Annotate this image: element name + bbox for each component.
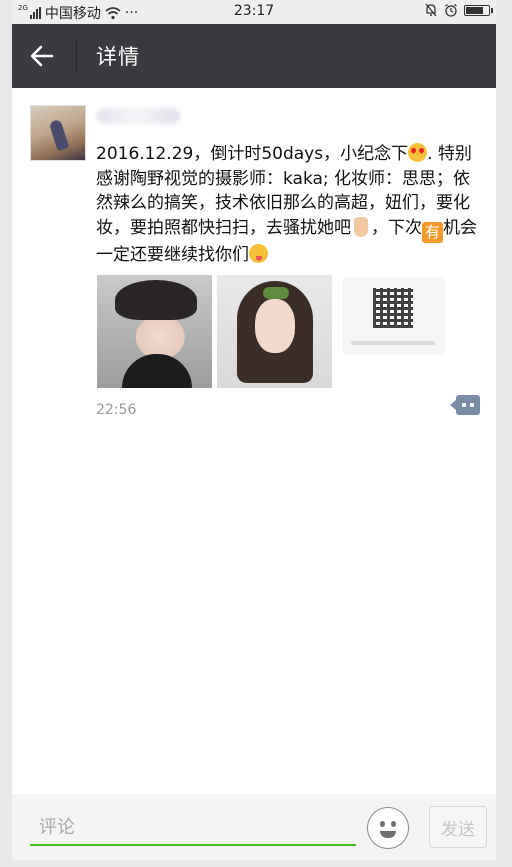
- comment-more-icon[interactable]: [450, 395, 480, 415]
- status-bar: 2G 中国移动 ··· 23:17: [12, 0, 496, 24]
- heart-eyes-emoji-icon: [408, 143, 428, 162]
- send-button[interactable]: 发送: [429, 806, 487, 848]
- you-emoji-icon: 有: [422, 221, 443, 243]
- arrow-left-icon: [30, 45, 54, 67]
- post-time: 22:56: [96, 402, 137, 418]
- pointing-down-emoji-icon: [354, 216, 368, 237]
- comment-bar: 发送: [12, 794, 496, 860]
- status-right: [424, 3, 493, 17]
- alarm-icon: [445, 3, 457, 17]
- qr-code-icon: [373, 288, 413, 328]
- nav-bar: 详情: [12, 24, 496, 88]
- back-button[interactable]: [26, 40, 58, 72]
- emoji-button[interactable]: [367, 807, 409, 849]
- avatar[interactable]: [30, 105, 86, 161]
- page-title: 详情: [96, 45, 140, 69]
- post-text: 2016.12.29，倒计时50days，小纪念下. 特别感谢陶野视觉的摄影师：…: [96, 142, 480, 267]
- username-blurred[interactable]: [96, 108, 180, 124]
- battery-icon: [464, 4, 493, 16]
- post-text-part1: 2016.12.29，倒计时50days，小纪念下: [96, 144, 409, 164]
- nav-divider: [76, 40, 77, 72]
- post-photo-1[interactable]: [97, 275, 212, 388]
- moment-detail: 2016.12.29，倒计时50days，小纪念下. 特别感谢陶野视觉的摄影师：…: [12, 88, 496, 794]
- post-photo-3-qr[interactable]: [337, 275, 452, 388]
- tongue-wink-emoji-icon: [249, 243, 268, 263]
- mute-bell-icon: [425, 3, 437, 17]
- post-text-part3: ，下次: [371, 217, 422, 238]
- post-photo-2[interactable]: [217, 275, 332, 388]
- comment-input[interactable]: [30, 810, 356, 846]
